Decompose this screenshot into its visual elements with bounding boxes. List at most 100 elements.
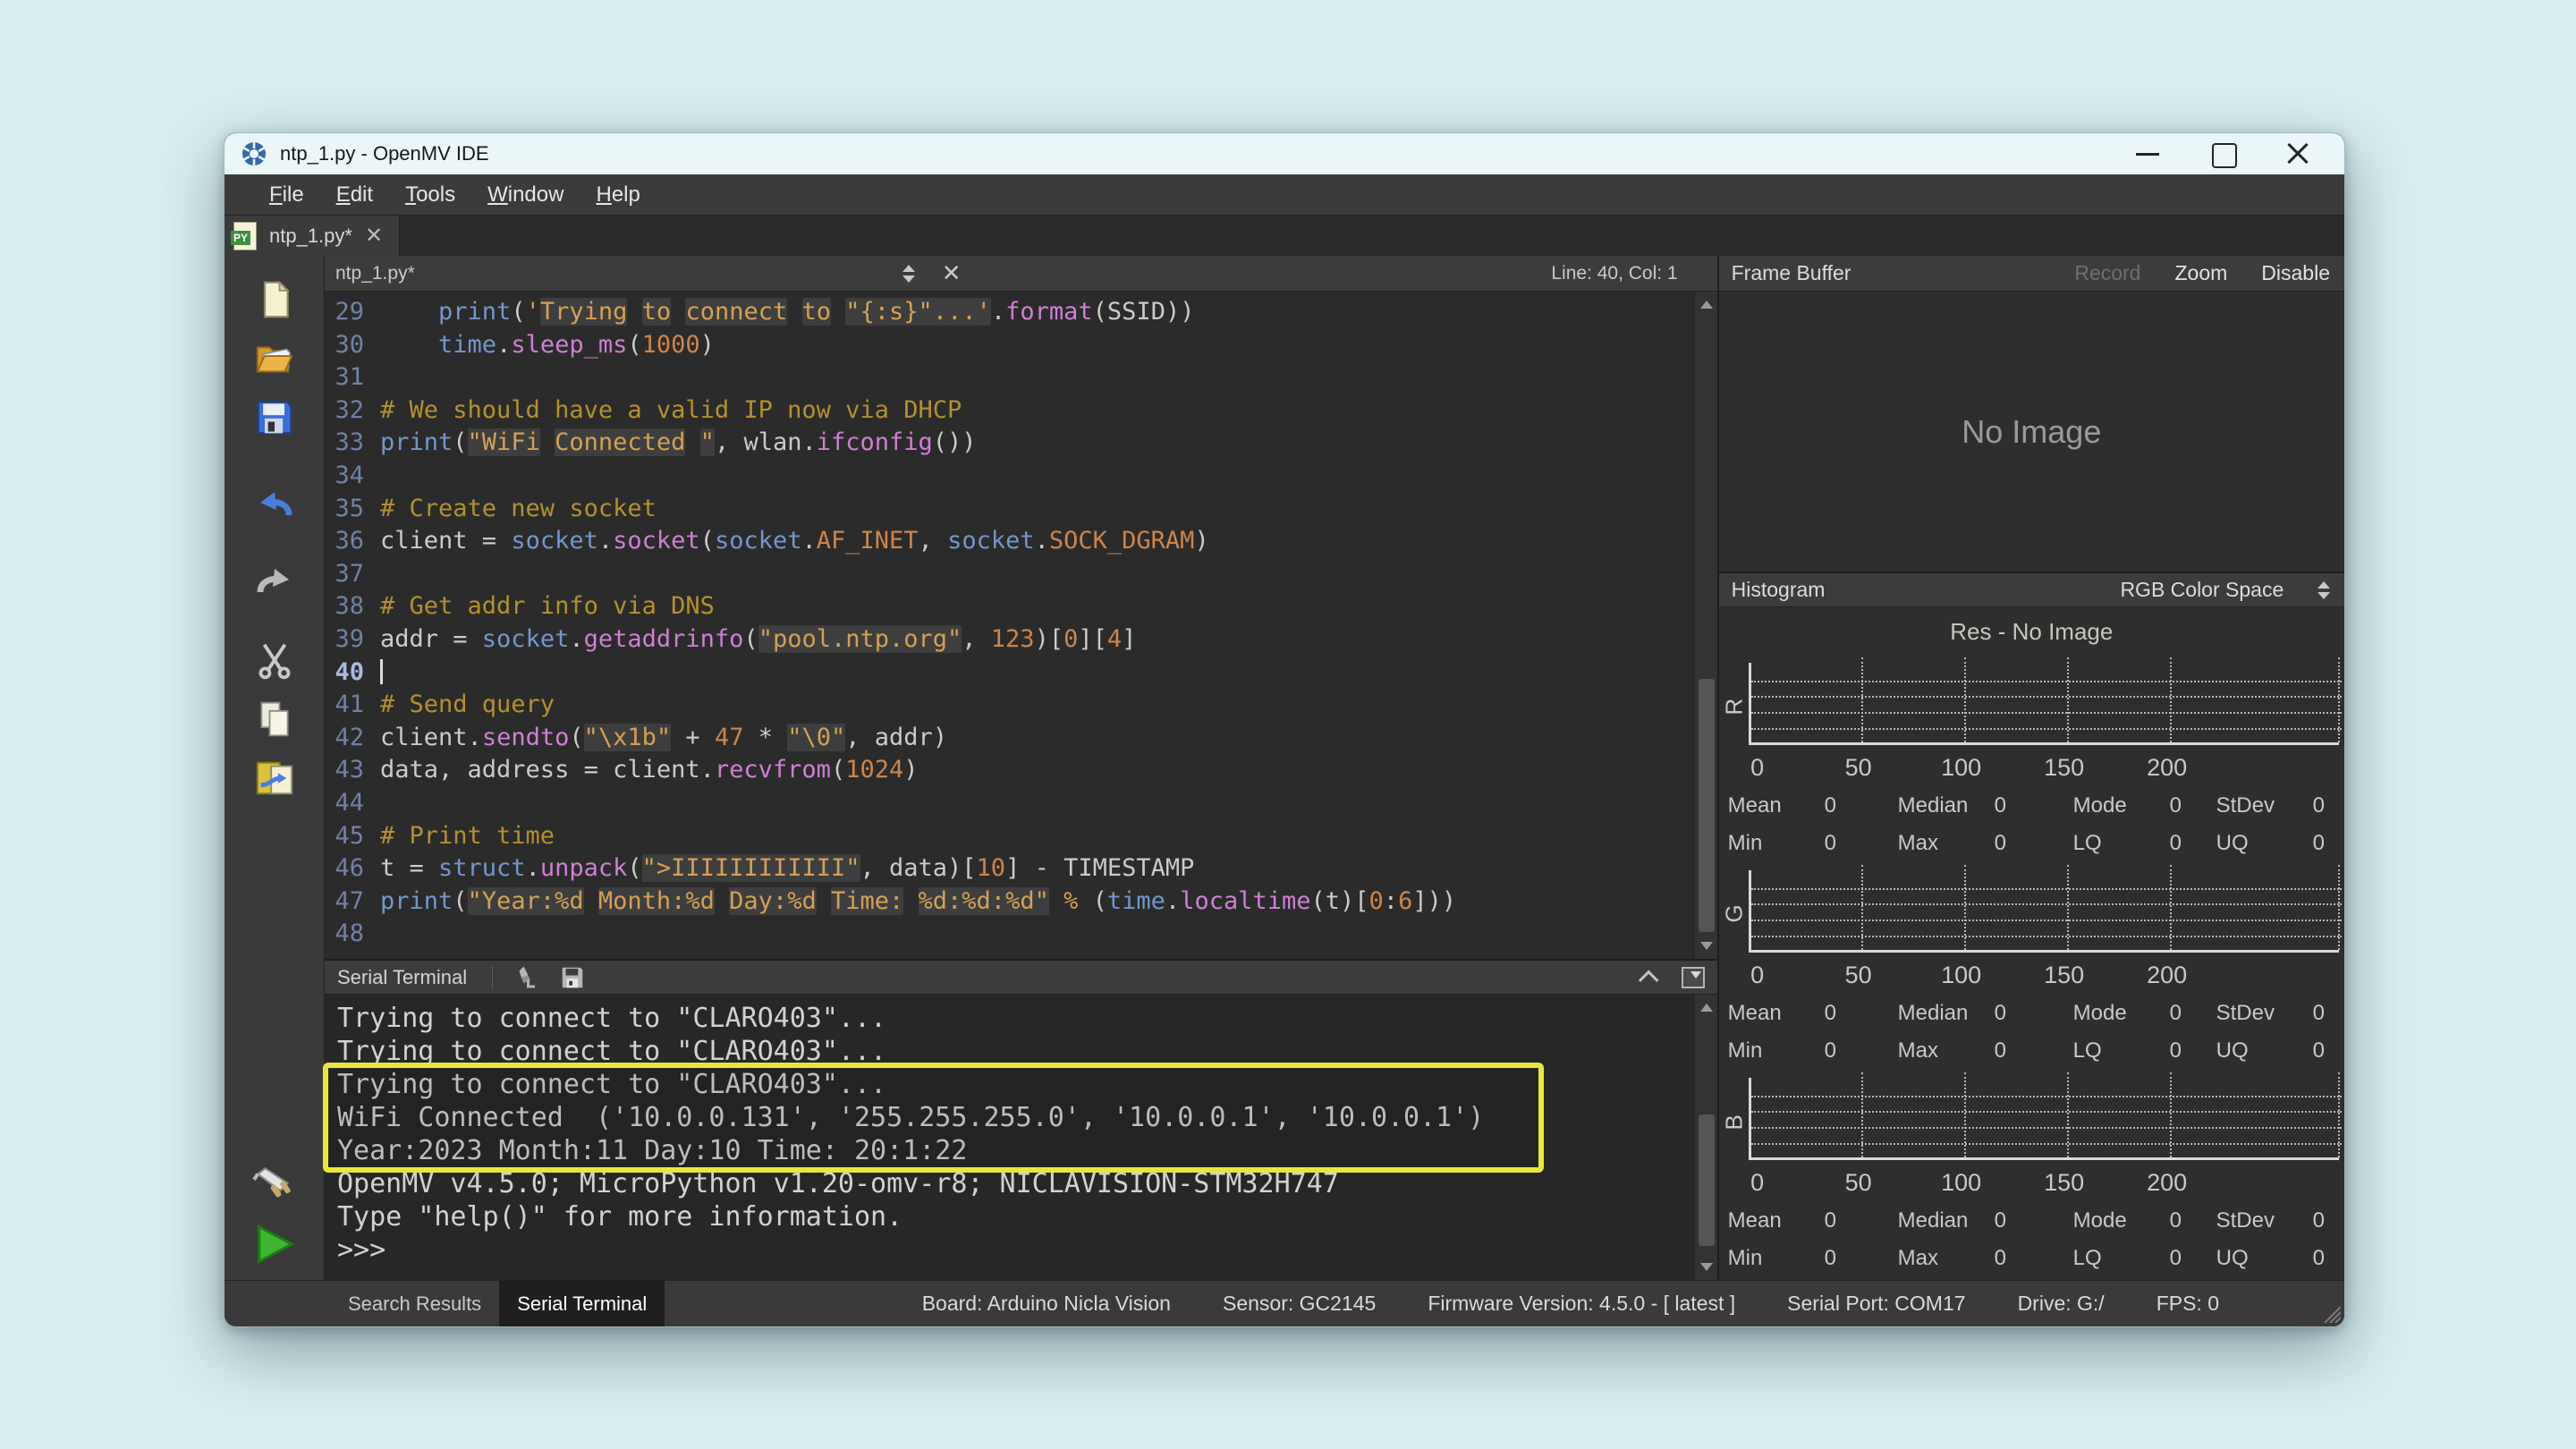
color-space-spinner-icon[interactable] <box>2318 581 2330 599</box>
stat-stdev: StDev0 <box>2216 1001 2333 1026</box>
menu-help[interactable]: Help <box>596 182 640 208</box>
stat-median: Median0 <box>1898 1208 2073 1233</box>
serial-terminal-header: Serial Terminal <box>325 959 1717 995</box>
undo-button[interactable] <box>251 483 298 530</box>
open-file-button[interactable] <box>251 335 298 381</box>
status-board: Board: Arduino Nicla Vision <box>922 1292 1171 1316</box>
channel-stats: Mean0Median0Mode0StDev0Min0Max0LQ0UQ0 <box>1728 1001 2333 1063</box>
tick-label: 50 <box>1845 754 1872 782</box>
stat-mode: Mode0 <box>2073 1208 2216 1233</box>
channel-label: G <box>1720 896 1748 923</box>
maximize-button[interactable] <box>2208 140 2239 167</box>
stat-mean: Mean0 <box>1728 1001 1898 1026</box>
terminal-line: >>> <box>337 1233 1717 1267</box>
tab-ntp1py[interactable]: ntp_1.py* ✕ <box>225 216 400 256</box>
tab-label: ntp_1.py* <box>269 225 352 248</box>
stat-mode: Mode0 <box>2073 793 2216 818</box>
stat-mean: Mean0 <box>1728 1208 1898 1233</box>
openmv-logo-icon <box>241 140 267 167</box>
menu-edit[interactable]: Edit <box>336 182 373 208</box>
histogram-header: Histogram RGB Color Space <box>1719 572 2344 607</box>
tick-label: 0 <box>1750 754 1764 782</box>
run-script-button[interactable] <box>251 1221 298 1267</box>
terminal-line: Trying to connect to "CLARO403"... <box>337 1002 1717 1035</box>
stat-lq: LQ0 <box>2073 831 2216 856</box>
collapse-terminal-icon[interactable] <box>1638 970 1658 990</box>
scroll-up-icon[interactable] <box>1700 1004 1713 1012</box>
x-axis-ticks: 050100150200 <box>1749 962 2339 992</box>
save-file-button[interactable] <box>251 394 298 440</box>
channel-label: B <box>1720 1104 1748 1131</box>
paste-button[interactable] <box>251 755 298 801</box>
code-line: 43data, address = client.recvfrom(1024) <box>325 754 1717 787</box>
terminal-line: Trying to connect to "CLARO403"... <box>337 1068 1717 1101</box>
openmv-ide-window: ntp_1.py - OpenMV IDE File Edit Tools Wi… <box>224 132 2345 1327</box>
tick-label: 150 <box>2044 962 2084 989</box>
clear-terminal-button[interactable] <box>513 964 539 991</box>
code-line: 44 <box>325 787 1717 820</box>
editor-scroll-thumb[interactable] <box>1699 679 1715 932</box>
code-line: 41# Send query <box>325 689 1717 722</box>
tick-label: 150 <box>2044 1169 2084 1197</box>
line-col-indicator: Line: 40, Col: 1 <box>1551 263 1677 284</box>
editor-close-icon[interactable]: ✕ <box>942 259 962 287</box>
terminal-line: Type "help()" for more information. <box>337 1200 1717 1233</box>
tab-serial-terminal[interactable]: Serial Terminal <box>499 1281 665 1326</box>
editor-scrollbar[interactable] <box>1694 292 1717 959</box>
tick-label: 50 <box>1845 1169 1872 1197</box>
terminal-line: Year:2023 Month:11 Day:10 Time: 20:1:22 <box>337 1134 1717 1167</box>
resize-grip-icon[interactable] <box>2318 1300 2341 1323</box>
histogram-plot-r <box>1749 663 2339 745</box>
disable-button[interactable]: Disable <box>2261 261 2330 285</box>
close-button[interactable] <box>2284 140 2314 167</box>
editor-doc-selector[interactable]: ntp_1.py* <box>335 263 415 284</box>
tick-label: 100 <box>1941 962 1981 989</box>
menu-tools[interactable]: Tools <box>405 182 455 208</box>
stat-max: Max0 <box>1898 831 2073 856</box>
connect-button[interactable] <box>251 1162 298 1208</box>
terminal-scrollbar[interactable] <box>1694 995 1717 1280</box>
stat-median: Median0 <box>1898 1001 2073 1026</box>
titlebar: ntp_1.py - OpenMV IDE <box>225 133 2344 174</box>
x-axis-ticks: 050100150200 <box>1749 1169 2339 1199</box>
menu-file[interactable]: File <box>269 182 304 208</box>
code-line: 46t = struct.unpack(">IIIIIIIIIIII", dat… <box>325 852 1717 886</box>
terminal-line: Trying to connect to "CLARO403"... <box>337 1035 1717 1068</box>
code-editor[interactable]: 29 print('Trying to connect to "{:s}"...… <box>325 292 1717 959</box>
serial-terminal-output[interactable]: Trying to connect to "CLARO403"...Trying… <box>325 995 1717 1280</box>
stat-uq: UQ0 <box>2216 831 2333 856</box>
histogram-panel: Res - No Image R 050100150200 Mean0Media… <box>1719 607 2344 1280</box>
frame-buffer-header: Frame Buffer Record Zoom Disable <box>1719 256 2344 292</box>
stat-lq: LQ0 <box>2073 1038 2216 1063</box>
serial-terminal-title: Serial Terminal <box>337 966 467 989</box>
cut-button[interactable] <box>251 637 298 683</box>
tab-close-icon[interactable]: ✕ <box>365 225 383 247</box>
scroll-up-icon[interactable] <box>1700 301 1713 309</box>
copy-button[interactable] <box>251 696 298 742</box>
tick-label: 0 <box>1750 962 1764 989</box>
code-line: 33print("WiFi Connected ", wlan.ifconfig… <box>325 427 1717 460</box>
code-line: 29 print('Trying to connect to "{:s}"...… <box>325 296 1717 329</box>
terminal-pane-menu-icon[interactable] <box>1682 967 1705 988</box>
zoom-button[interactable]: Zoom <box>2174 261 2227 285</box>
code-line: 42client.sendto("\x1b" + 47 * "\0", addr… <box>325 722 1717 755</box>
color-space-select[interactable]: RGB Color Space <box>2120 578 2284 602</box>
doc-spinner-icon[interactable] <box>902 265 915 283</box>
code-line: 36client = socket.socket(socket.AF_INET,… <box>325 525 1717 558</box>
stat-median: Median0 <box>1898 793 2073 818</box>
scroll-down-icon[interactable] <box>1700 942 1713 950</box>
code-line: 37 <box>325 558 1717 591</box>
stat-stdev: StDev0 <box>2216 793 2333 818</box>
minimize-button[interactable] <box>2133 140 2164 167</box>
left-toolbar <box>225 256 325 1280</box>
tick-label: 200 <box>2147 1169 2187 1197</box>
new-file-button[interactable] <box>251 275 298 322</box>
stat-stdev: StDev0 <box>2216 1208 2333 1233</box>
menu-window[interactable]: Window <box>487 182 564 208</box>
scroll-down-icon[interactable] <box>1700 1263 1713 1271</box>
redo-button[interactable] <box>251 560 298 606</box>
save-log-button[interactable] <box>559 964 586 991</box>
tab-search-results[interactable]: Search Results <box>330 1281 499 1326</box>
code-line: 35# Create new socket <box>325 493 1717 526</box>
terminal-scroll-thumb[interactable] <box>1699 1114 1715 1246</box>
